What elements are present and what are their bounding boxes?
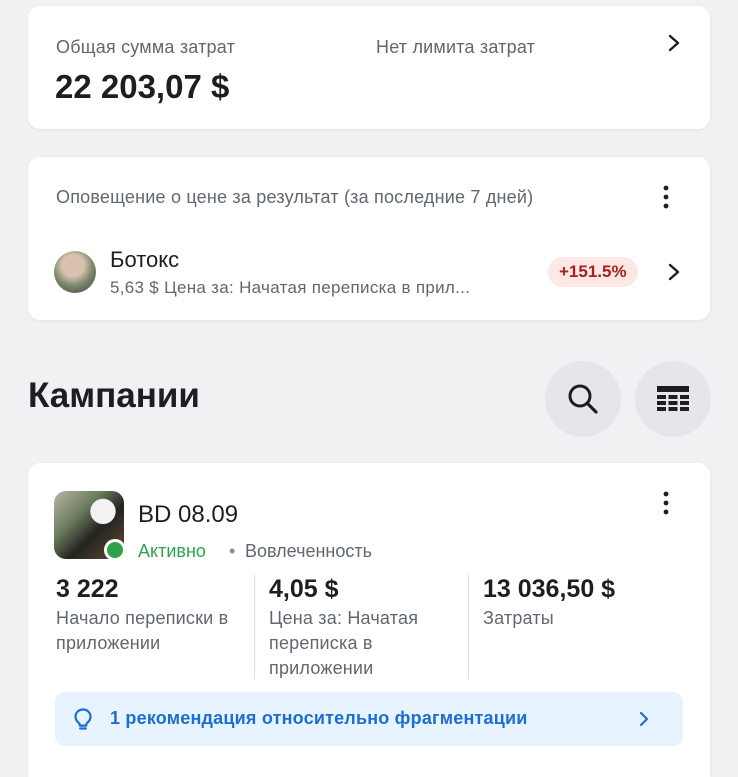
ad-thumbnail xyxy=(54,251,96,293)
metric-divider xyxy=(254,575,255,679)
spend-limit-label: Нет лимита затрат xyxy=(376,37,536,57)
amount-spent-label: Затраты xyxy=(483,608,554,628)
metric-divider xyxy=(468,575,469,679)
status-separator: • xyxy=(229,541,236,561)
cost-change-badge: +151.5% xyxy=(548,257,638,287)
cost-per-result-value: 4,05 $ xyxy=(269,575,339,603)
cost-alert-card: Оповещение о цене за результат (за после… xyxy=(28,157,710,320)
amount-spent-value: 13 036,50 $ xyxy=(483,575,616,603)
results-label: Начало переписки в приложении xyxy=(56,608,229,653)
lightbulb-icon xyxy=(71,707,95,731)
search-icon xyxy=(568,384,598,414)
active-status-dot xyxy=(104,539,126,561)
table-view-button[interactable] xyxy=(635,361,711,437)
chevron-right-icon[interactable] xyxy=(668,263,680,281)
cost-alert-title: Оповещение о цене за результат (за после… xyxy=(56,187,534,207)
more-options-icon[interactable] xyxy=(662,491,670,515)
campaign-status: Активно xyxy=(138,541,206,561)
chevron-right-icon[interactable] xyxy=(668,34,680,52)
ad-cost-subtitle: 5,63 $ Цена за: Начатая переписка в прил… xyxy=(110,278,471,297)
chevron-right-icon[interactable] xyxy=(639,711,649,727)
campaign-card[interactable]: BD 08.09 Активно • Вовлеченность 3 222 Н… xyxy=(28,463,710,777)
total-spend-label: Общая сумма затрат xyxy=(56,37,236,57)
spend-summary-card[interactable]: Общая сумма затрат 22 203,07 $ Нет лимит… xyxy=(28,6,710,129)
results-value: 3 222 xyxy=(56,575,119,603)
cost-per-result-label: Цена за: Начатая переписка в приложении xyxy=(269,608,419,678)
ad-name: Ботокс xyxy=(110,247,180,272)
more-options-icon[interactable] xyxy=(662,185,670,209)
table-view-icon xyxy=(657,386,689,411)
recommendation-banner[interactable]: 1 рекомендация относительно фрагментации xyxy=(55,692,683,746)
campaign-objective: Вовлеченность xyxy=(245,541,372,561)
campaigns-title: Кампании xyxy=(28,376,200,415)
total-spend-value: 22 203,07 $ xyxy=(55,68,230,105)
search-button[interactable] xyxy=(545,361,621,437)
recommendation-text: 1 рекомендация относительно фрагментации xyxy=(110,708,528,728)
campaign-name: BD 08.09 xyxy=(138,501,239,528)
